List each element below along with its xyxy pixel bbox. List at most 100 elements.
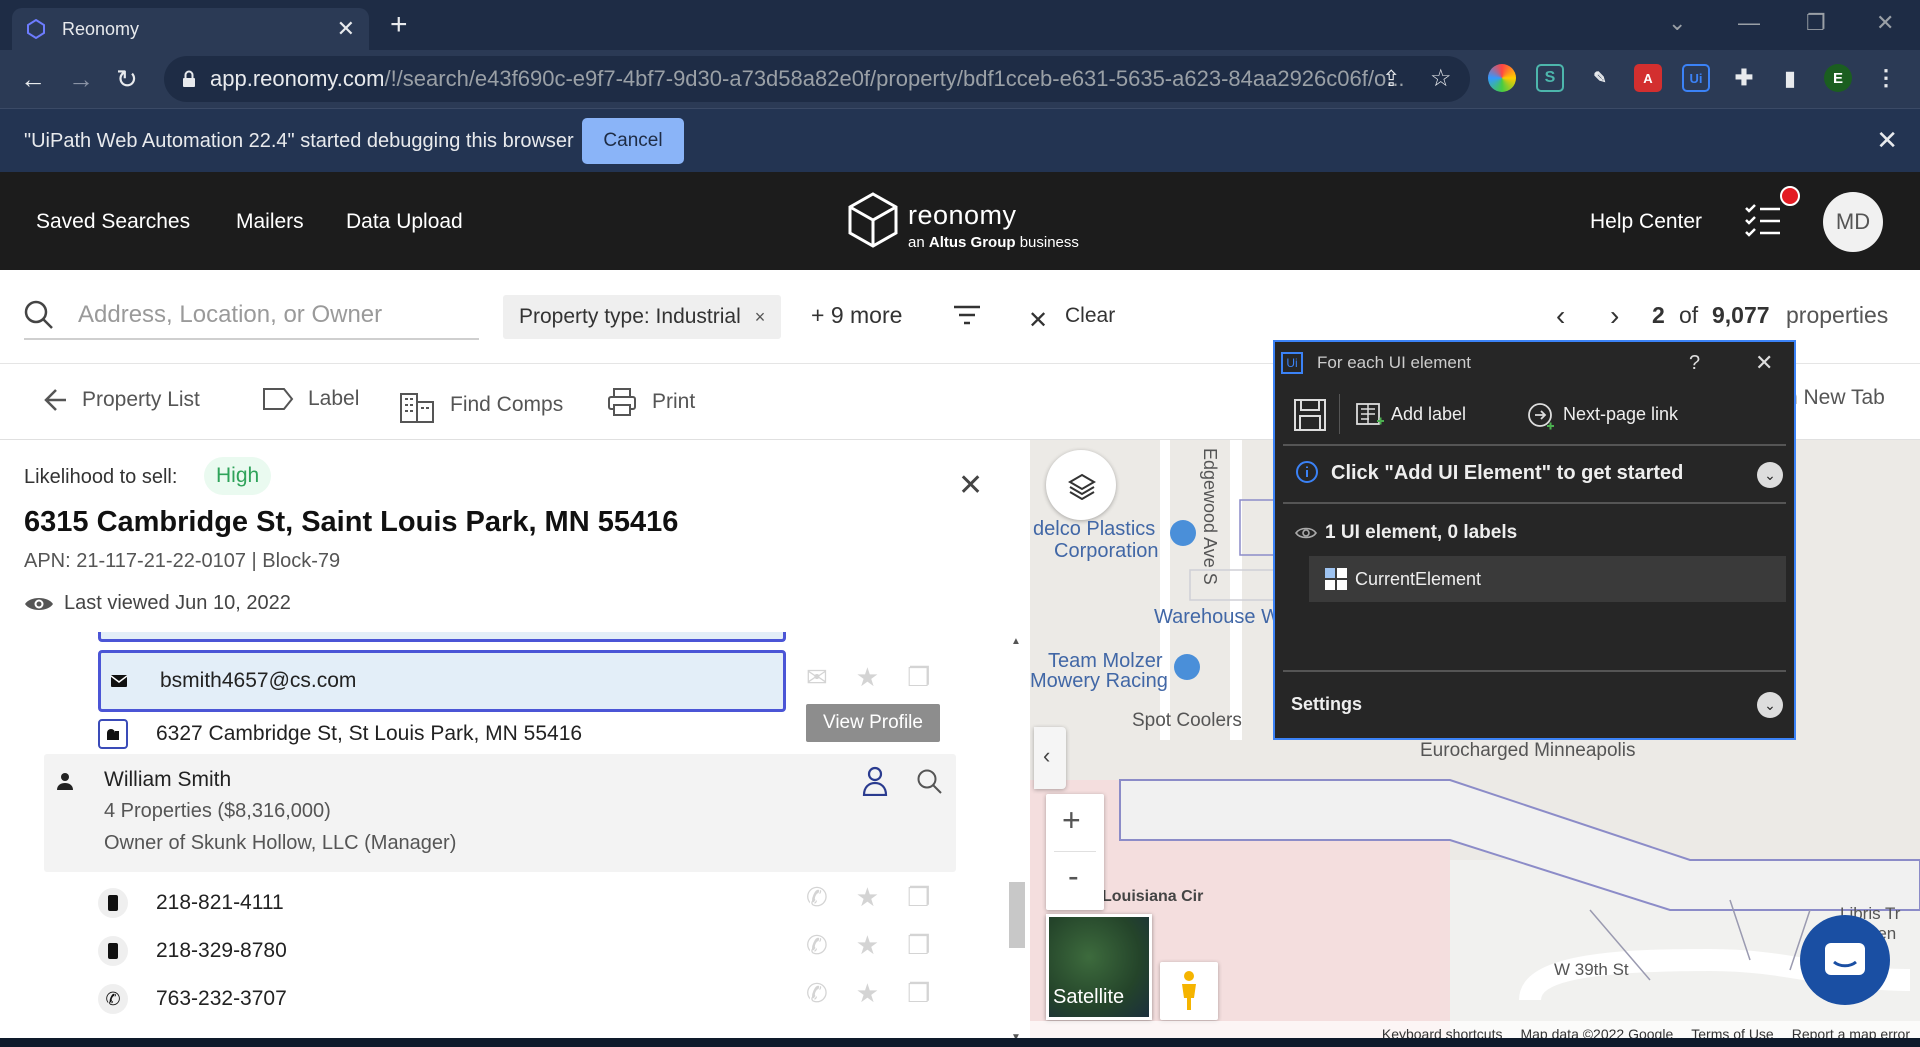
extensions-puzzle-icon[interactable]: ✚: [1730, 64, 1758, 92]
nav-saved-searches[interactable]: Saved Searches: [36, 210, 190, 234]
save-icon[interactable]: [1293, 398, 1327, 432]
tab-search-icon[interactable]: ⌄: [1668, 10, 1686, 36]
copy-icon[interactable]: ❐: [907, 882, 930, 913]
favorite-star-icon[interactable]: ★: [856, 662, 879, 693]
reload-icon[interactable]: ↻: [116, 64, 138, 95]
copy-icon[interactable]: ❐: [907, 930, 930, 961]
zoom-control: + -: [1046, 794, 1104, 910]
cancel-debug-button[interactable]: Cancel: [582, 118, 684, 164]
share-icon[interactable]: ⇪: [1382, 66, 1400, 92]
send-email-icon[interactable]: ✉: [806, 662, 828, 693]
zoom-in-button[interactable]: +: [1062, 802, 1081, 839]
chat-icon: [1825, 943, 1865, 975]
total-properties: 9,077: [1712, 302, 1770, 328]
filter-chip-remove-icon[interactable]: ×: [755, 307, 766, 328]
color-extension-icon[interactable]: [1488, 64, 1516, 92]
contacts-list[interactable]: bsmith4657@cs.com ✉ ★ ❐ View Profile 632…: [0, 632, 1030, 1047]
clear-filters-button[interactable]: Clear: [1065, 304, 1115, 328]
filter-settings-icon[interactable]: [952, 304, 982, 326]
copy-icon[interactable]: ❐: [907, 978, 930, 1009]
browser-tab[interactable]: Reonomy ✕: [12, 8, 369, 50]
uipath-divider-1: [1283, 444, 1786, 446]
side-panel-icon[interactable]: ▮: [1776, 64, 1804, 92]
print-button[interactable]: Print: [606, 386, 695, 418]
profile-avatar[interactable]: E: [1824, 64, 1852, 92]
search-person-icon[interactable]: [916, 768, 942, 794]
minimize-button[interactable]: —: [1738, 10, 1760, 36]
forward-icon[interactable]: →: [68, 64, 94, 95]
repair-pin-icon[interactable]: [1174, 654, 1200, 680]
new-tab-button[interactable]: +: [390, 10, 408, 40]
chrome-menu-icon[interactable]: ⋮: [1872, 64, 1900, 92]
chat-launcher[interactable]: [1800, 915, 1890, 1005]
pdf-extension-icon[interactable]: A: [1634, 64, 1662, 92]
nav-mailers[interactable]: Mailers: [236, 210, 304, 234]
uipath-settings-label[interactable]: Settings: [1291, 694, 1362, 715]
uipath-extension-icon[interactable]: Ui: [1682, 64, 1710, 92]
property-list-button[interactable]: Property List: [40, 386, 200, 414]
find-comps-button[interactable]: Find Comps: [398, 386, 563, 424]
eye-icon[interactable]: [1295, 526, 1317, 540]
address-bar[interactable]: app.reonomy.com/!/search/e43f690c-e9f7-4…: [164, 56, 1470, 102]
call-icon[interactable]: ✆: [806, 930, 828, 961]
settings-expand-icon[interactable]: ⌄: [1757, 692, 1783, 718]
scrollbar-thumb[interactable]: [1009, 882, 1025, 948]
next-property-icon[interactable]: ›: [1610, 300, 1619, 332]
back-icon[interactable]: ←: [20, 64, 46, 95]
current-element-item[interactable]: CurrentElement: [1309, 556, 1786, 602]
reonomy-logo[interactable]: reonomy an Altus Group business: [846, 192, 1079, 251]
call-icon[interactable]: ✆: [806, 978, 828, 1009]
filter-chip-property-type[interactable]: Property type: Industrial ×: [503, 295, 782, 339]
copy-icon[interactable]: ❐: [907, 662, 930, 693]
tab-close-icon[interactable]: ✕: [337, 16, 355, 42]
open-new-tab-button[interactable]: n New Tab: [1786, 386, 1885, 410]
more-filters-button[interactable]: + 9 more: [811, 302, 902, 329]
email-row[interactable]: bsmith4657@cs.com: [104, 666, 356, 696]
scroll-up-icon[interactable]: ▲: [1011, 636, 1021, 647]
favorite-star-icon[interactable]: ★: [856, 978, 879, 1009]
close-window-button[interactable]: ✕: [1876, 10, 1894, 36]
help-center-link[interactable]: Help Center: [1590, 210, 1702, 234]
map-label-warehouse: Warehouse W: [1154, 606, 1280, 628]
collapse-panel-button[interactable]: ‹: [1034, 727, 1066, 789]
label-button[interactable]: Label: [262, 386, 359, 412]
add-label-icon[interactable]: [1355, 402, 1385, 428]
shopping-pin-icon[interactable]: [1170, 520, 1196, 546]
uipath-close-icon[interactable]: ✕: [1755, 350, 1773, 376]
clear-icon[interactable]: ✕: [1028, 306, 1048, 335]
user-avatar[interactable]: MD: [1823, 192, 1883, 252]
zoom-out-button[interactable]: -: [1068, 858, 1079, 895]
mailing-address-row[interactable]: 6327 Cambridge St, St Louis Park, MN 554…: [98, 719, 582, 749]
street-view-pegman[interactable]: [1160, 962, 1218, 1020]
restore-button[interactable]: ❐: [1806, 10, 1826, 36]
map-layers-button[interactable]: [1046, 450, 1116, 520]
previous-property-icon[interactable]: ‹: [1556, 300, 1565, 332]
call-icon[interactable]: ✆: [806, 882, 828, 913]
close-panel-icon[interactable]: ✕: [958, 468, 983, 503]
debug-infobar: "UiPath Web Automation 22.4" started deb…: [0, 108, 1920, 172]
favorite-star-icon[interactable]: ★: [856, 930, 879, 961]
notification-badge: [1780, 186, 1800, 206]
hint-expand-icon[interactable]: ⌄: [1757, 462, 1783, 488]
satellite-toggle[interactable]: Satellite: [1046, 914, 1152, 1020]
nav-data-upload[interactable]: Data Upload: [346, 210, 463, 234]
infobar-close-icon[interactable]: ✕: [1876, 125, 1898, 156]
phone-row-1[interactable]: 218-821-4111: [98, 888, 284, 918]
owner-card[interactable]: William Smith 4 Properties ($8,316,000) …: [44, 754, 956, 872]
add-label-button[interactable]: Add label: [1391, 404, 1466, 425]
s-extension-icon[interactable]: S: [1536, 64, 1564, 92]
uipath-help-icon[interactable]: ?: [1689, 352, 1700, 375]
phone-row-3[interactable]: ✆ 763-232-3707: [98, 984, 287, 1014]
view-person-profile-icon[interactable]: [862, 766, 888, 796]
favorite-star-icon[interactable]: ★: [856, 882, 879, 913]
next-page-link-button[interactable]: Next-page link: [1563, 404, 1678, 425]
search-input[interactable]: Address, Location, or Owner: [24, 292, 479, 340]
map-label-delco-1: delco Plastics: [1033, 518, 1156, 540]
pen-extension-icon[interactable]: ✎: [1586, 64, 1614, 92]
owner-name[interactable]: William Smith: [104, 768, 231, 792]
checklist-icon[interactable]: [1744, 202, 1782, 238]
next-page-icon[interactable]: [1527, 402, 1555, 430]
contacts-scrollbar[interactable]: ▲ ▼: [1008, 632, 1026, 1047]
phone-row-2[interactable]: 218-329-8780: [98, 936, 287, 966]
bookmark-star-icon[interactable]: ☆: [1430, 64, 1452, 93]
